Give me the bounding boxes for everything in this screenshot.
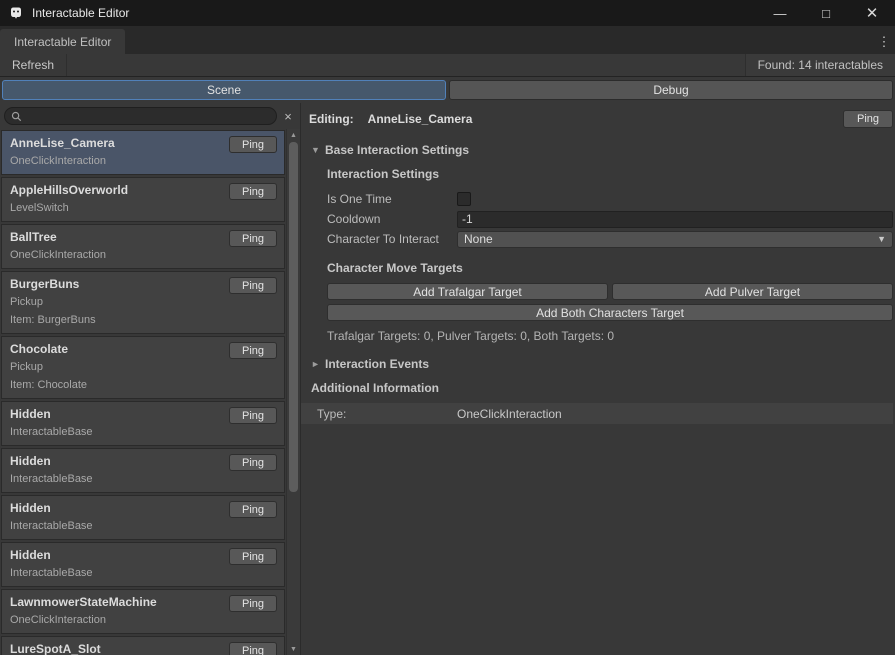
close-button[interactable]: ✕ — [849, 0, 895, 26]
add-trafalgar-target-button[interactable]: Add Trafalgar Target — [327, 283, 608, 300]
foldout-open-icon: ▼ — [311, 145, 325, 155]
interaction-settings-header: Interaction Settings — [327, 167, 893, 181]
search-field[interactable] — [4, 107, 277, 125]
ping-button[interactable]: Ping — [229, 183, 277, 200]
ping-button[interactable]: Ping — [229, 642, 277, 655]
foldout-label: Base Interaction Settings — [325, 143, 469, 157]
app-icon — [8, 5, 24, 21]
list-item[interactable]: AppleHillsOverworld LevelSwitch Ping — [1, 177, 285, 222]
search-icon — [11, 111, 22, 122]
editing-label: Editing: — [309, 112, 354, 126]
item-detail: Item: Chocolate — [10, 379, 276, 392]
list-item[interactable]: Hidden InteractableBase Ping — [1, 401, 285, 446]
character-move-targets-header: Character Move Targets — [327, 261, 893, 275]
tab-interactable-editor[interactable]: Interactable Editor — [0, 29, 125, 54]
interactable-list: AnneLise_Camera OneClickInteraction Ping… — [0, 129, 286, 655]
list-item[interactable]: Hidden InteractableBase Ping — [1, 495, 285, 540]
scrollbar-thumb[interactable] — [289, 142, 298, 492]
ping-button[interactable]: Ping — [229, 407, 277, 424]
list-item[interactable]: AnneLise_Camera OneClickInteraction Ping — [1, 130, 285, 175]
scroll-up-button[interactable]: ▲ — [287, 129, 300, 141]
item-detail: Item: BurgerBuns — [10, 314, 276, 327]
editor-tab-strip: Interactable Editor ⋮ — [0, 26, 895, 54]
found-count: Found: 14 interactables — [745, 54, 895, 76]
ping-button[interactable]: Ping — [229, 342, 277, 359]
ping-button[interactable]: Ping — [229, 595, 277, 612]
add-pulver-target-button[interactable]: Add Pulver Target — [612, 283, 893, 300]
list-item[interactable]: Hidden InteractableBase Ping — [1, 542, 285, 587]
is-one-time-row: Is One Time — [327, 189, 893, 209]
tab-debug[interactable]: Debug — [449, 80, 893, 100]
refresh-button[interactable]: Refresh — [0, 54, 67, 76]
additional-information-header: Additional Information — [311, 381, 893, 395]
base-settings-section: Interaction Settings Is One Time Cooldow… — [309, 167, 893, 343]
item-type: Pickup — [10, 296, 276, 309]
targets-summary: Trafalgar Targets: 0, Pulver Targets: 0,… — [327, 329, 893, 343]
foldout-closed-icon: ► — [311, 359, 325, 369]
foldout-label: Interaction Events — [325, 357, 429, 371]
list-scrollbar[interactable]: ▲ ▼ — [286, 129, 300, 655]
maximize-button[interactable]: □ — [803, 0, 849, 26]
list-item[interactable]: Chocolate Pickup Item: Chocolate Ping — [1, 336, 285, 399]
item-type: InteractableBase — [10, 567, 276, 580]
character-to-interact-row: Character To Interact None ▼ — [327, 229, 893, 249]
character-to-interact-label: Character To Interact — [327, 232, 457, 246]
foldout-interaction-events[interactable]: ► Interaction Events — [311, 357, 893, 371]
item-type: Pickup — [10, 361, 276, 374]
list-item[interactable]: BurgerBuns Pickup Item: BurgerBuns Ping — [1, 271, 285, 334]
type-label: Type: — [317, 407, 457, 421]
character-dropdown-value: None — [464, 232, 493, 246]
window-controls: — □ ✕ — [757, 0, 895, 26]
type-value: OneClickInteraction — [457, 407, 562, 421]
search-row: × — [0, 103, 300, 129]
editing-value: AnneLise_Camera — [368, 112, 473, 126]
is-one-time-label: Is One Time — [327, 192, 457, 206]
target-buttons-row: Add Trafalgar Target Add Pulver Target — [327, 283, 893, 300]
ping-button[interactable]: Ping — [229, 548, 277, 565]
clear-search-button[interactable]: × — [280, 109, 296, 124]
window-title: Interactable Editor — [32, 6, 129, 20]
cooldown-input[interactable] — [457, 211, 893, 228]
more-menu-icon[interactable]: ⋮ — [877, 34, 891, 50]
item-type: InteractableBase — [10, 426, 276, 439]
cooldown-label: Cooldown — [327, 212, 457, 226]
tab-scene[interactable]: Scene — [2, 80, 446, 100]
editing-row: Editing: AnneLise_Camera Ping — [309, 109, 893, 129]
list-item[interactable]: BallTree OneClickInteraction Ping — [1, 224, 285, 269]
item-type: InteractableBase — [10, 520, 276, 533]
cooldown-row: Cooldown — [327, 209, 893, 229]
search-input[interactable] — [26, 110, 270, 122]
is-one-time-checkbox[interactable] — [457, 192, 471, 206]
foldout-base-interaction-settings[interactable]: ▼ Base Interaction Settings — [311, 143, 893, 157]
toolbar: Refresh Found: 14 interactables — [0, 54, 895, 77]
item-type: OneClickInteraction — [10, 155, 276, 168]
ping-button[interactable]: Ping — [229, 501, 277, 518]
type-row: Type: OneClickInteraction — [301, 403, 893, 424]
item-type: InteractableBase — [10, 473, 276, 486]
add-both-characters-target-button[interactable]: Add Both Characters Target — [327, 304, 893, 321]
title-bar: Interactable Editor — □ ✕ — [0, 0, 895, 26]
scene-list-panel: × AnneLise_Camera OneClickInteraction Pi… — [0, 103, 301, 655]
item-type: OneClickInteraction — [10, 614, 276, 627]
character-dropdown[interactable]: None ▼ — [457, 231, 893, 248]
editor-panel: Editing: AnneLise_Camera Ping ▼ Base Int… — [301, 103, 895, 655]
editor-ping-button[interactable]: Ping — [843, 110, 893, 128]
main-content: × AnneLise_Camera OneClickInteraction Pi… — [0, 103, 895, 655]
ping-button[interactable]: Ping — [229, 277, 277, 294]
scroll-down-button[interactable]: ▼ — [287, 643, 300, 655]
dropdown-arrow-icon: ▼ — [877, 234, 886, 244]
ping-button[interactable]: Ping — [229, 454, 277, 471]
item-type: OneClickInteraction — [10, 249, 276, 262]
view-tabs: Scene Debug — [0, 77, 895, 103]
list-item[interactable]: LawnmowerStateMachine OneClickInteractio… — [1, 589, 285, 634]
list-item[interactable]: Hidden InteractableBase Ping — [1, 448, 285, 493]
ping-button[interactable]: Ping — [229, 230, 277, 247]
ping-button[interactable]: Ping — [229, 136, 277, 153]
item-type: LevelSwitch — [10, 202, 276, 215]
list-item[interactable]: LureSpotA_Slot Ping — [1, 636, 285, 655]
list-wrap: AnneLise_Camera OneClickInteraction Ping… — [0, 129, 300, 655]
minimize-button[interactable]: — — [757, 0, 803, 26]
